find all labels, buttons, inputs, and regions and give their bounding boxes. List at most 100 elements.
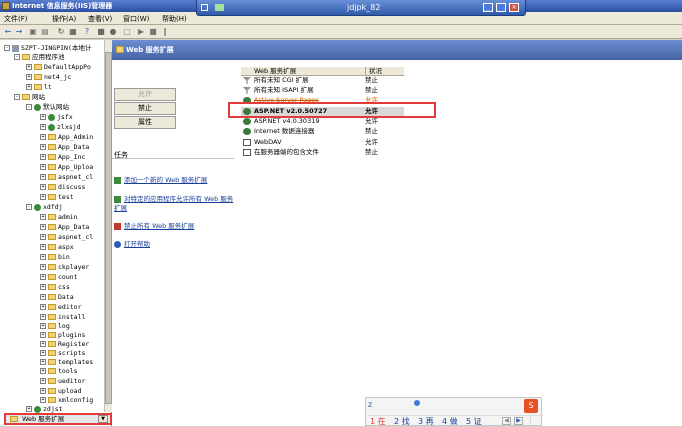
tree-item[interactable]: + test bbox=[40, 193, 74, 201]
up-icon[interactable]: ▣ bbox=[28, 27, 38, 37]
task-open-help[interactable]: 打开帮助 bbox=[114, 240, 234, 249]
menu-help[interactable]: 帮助(H) bbox=[162, 14, 187, 24]
tree-item[interactable]: + ckplayer bbox=[40, 263, 89, 271]
web-icon[interactable]: ● bbox=[108, 27, 118, 37]
menu-file[interactable]: 文件(F) bbox=[4, 14, 28, 24]
expand-icon[interactable]: + bbox=[40, 224, 46, 230]
tree-item[interactable]: + scripts bbox=[40, 349, 85, 357]
ime-candidate-3[interactable]: 3 再 bbox=[418, 416, 434, 427]
tree-item[interactable]: + install bbox=[40, 313, 85, 321]
tree-item[interactable]: + log bbox=[40, 322, 70, 330]
list-item[interactable]: 所有未知 ISAPI 扩展 禁止 bbox=[241, 86, 404, 95]
tree-websites[interactable]: - 网站 bbox=[14, 93, 45, 101]
tree-web-service-extensions[interactable]: Web 服务扩展 ▼ bbox=[4, 413, 112, 425]
tree-item[interactable]: + xmlconfig bbox=[40, 396, 93, 404]
tree-item[interactable]: + tools bbox=[40, 367, 78, 375]
expand-icon[interactable]: + bbox=[40, 304, 46, 310]
tree-item[interactable]: + aspnet_cl bbox=[40, 173, 93, 181]
tree-item[interactable]: + admin bbox=[40, 213, 78, 221]
expand-icon[interactable]: + bbox=[40, 378, 46, 384]
expand-icon[interactable]: + bbox=[40, 264, 46, 270]
computer-icon[interactable]: ■ bbox=[96, 27, 106, 37]
expand-icon[interactable]: + bbox=[40, 124, 46, 130]
tree-item[interactable]: + discuss bbox=[40, 183, 85, 191]
expand-icon[interactable]: + bbox=[40, 144, 46, 150]
play-icon[interactable]: ▶ bbox=[136, 27, 146, 37]
tree-item[interactable]: + aspnet_cl bbox=[40, 233, 93, 241]
close-icon[interactable]: × bbox=[509, 3, 519, 12]
collapse-icon[interactable]: - bbox=[26, 204, 32, 210]
tree-item[interactable]: + Register bbox=[40, 340, 89, 348]
ime-candidate-5[interactable]: 5 证 bbox=[466, 416, 482, 427]
expand-icon[interactable]: + bbox=[40, 244, 46, 250]
refresh-icon[interactable]: ↻ bbox=[56, 27, 66, 37]
list-item[interactable]: ASP.NET v4.0.30319 允许 bbox=[241, 117, 404, 126]
pause-icon[interactable]: ‖ bbox=[160, 27, 170, 37]
tree-site-xdfdj[interactable]: - xdfdj bbox=[26, 203, 63, 211]
show-tree-icon[interactable]: ▤ bbox=[40, 27, 50, 37]
tree-item[interactable]: + App_Data bbox=[40, 223, 89, 231]
expand-icon[interactable]: + bbox=[40, 284, 46, 290]
more-icon[interactable]: ⋮ bbox=[527, 416, 534, 424]
prohibit-button[interactable]: 禁止 bbox=[114, 102, 176, 115]
minimize-icon[interactable]: _ bbox=[483, 3, 493, 12]
chevron-down-icon[interactable]: ▼ bbox=[98, 415, 108, 423]
expand-icon[interactable]: + bbox=[40, 314, 46, 320]
expand-icon[interactable]: + bbox=[40, 388, 46, 394]
tree-app-pools[interactable]: - 应用程序池 bbox=[14, 53, 65, 61]
menu-view[interactable]: 查看(V) bbox=[88, 14, 112, 24]
tree-item[interactable]: + App_Inc bbox=[40, 153, 85, 161]
tree-item[interactable]: + App_Data bbox=[40, 143, 89, 151]
expand-icon[interactable]: + bbox=[26, 64, 32, 70]
menu-window[interactable]: 窗口(W) bbox=[123, 14, 149, 24]
tree-item[interactable]: + net4_jc bbox=[26, 73, 71, 81]
tree-item[interactable]: + App_Admin bbox=[40, 133, 93, 141]
tree-item[interactable]: + lt bbox=[26, 83, 52, 91]
restore-icon[interactable] bbox=[496, 3, 506, 12]
expand-icon[interactable]: + bbox=[40, 134, 46, 140]
pin-icon[interactable] bbox=[201, 4, 208, 11]
expand-icon[interactable]: + bbox=[40, 294, 46, 300]
tree-item[interactable]: + DefaultAppPo bbox=[26, 63, 91, 71]
collapse-icon[interactable]: - bbox=[26, 104, 32, 110]
expand-icon[interactable]: + bbox=[40, 194, 46, 200]
menu-action[interactable]: 操作(A) bbox=[52, 14, 76, 24]
expand-icon[interactable]: + bbox=[40, 397, 46, 403]
collapse-icon[interactable]: - bbox=[14, 94, 20, 100]
tree-default-site[interactable]: - 默认网站 bbox=[26, 103, 69, 111]
list-item[interactable]: 所有未知 CGI 扩展 禁止 bbox=[241, 76, 404, 85]
tree-item[interactable]: + ueditor bbox=[40, 377, 85, 385]
tree-item[interactable]: + plugins bbox=[40, 331, 85, 339]
list-item[interactable]: WebDAV 允许 bbox=[241, 138, 404, 147]
column-status[interactable]: 状况 bbox=[365, 67, 382, 76]
properties-button[interactable]: 属性 bbox=[114, 116, 176, 129]
tree-item[interactable]: + count bbox=[40, 273, 78, 281]
collapse-icon[interactable]: - bbox=[14, 54, 20, 60]
expand-icon[interactable]: + bbox=[26, 84, 32, 90]
expand-icon[interactable]: + bbox=[40, 214, 46, 220]
expand-icon[interactable]: + bbox=[40, 174, 46, 180]
expand-icon[interactable]: + bbox=[40, 184, 46, 190]
ime-candidate-1[interactable]: 1 在 bbox=[370, 416, 386, 427]
next-page-icon[interactable]: ▶ bbox=[514, 417, 523, 425]
tree-server[interactable]: - SZPT-JINGPIN(本地计 bbox=[4, 44, 91, 52]
expand-icon[interactable]: + bbox=[40, 254, 46, 260]
help-icon[interactable]: ? bbox=[82, 27, 92, 37]
stop-icon[interactable]: ■ bbox=[148, 27, 158, 37]
expand-icon[interactable]: + bbox=[40, 368, 46, 374]
expand-icon[interactable]: + bbox=[40, 114, 46, 120]
tree-item[interactable]: + bin bbox=[40, 253, 70, 261]
expand-icon[interactable]: + bbox=[40, 274, 46, 280]
tree-item[interactable]: + aspx bbox=[40, 243, 74, 251]
expand-icon[interactable]: + bbox=[26, 406, 32, 412]
forward-icon[interactable]: → bbox=[14, 27, 24, 37]
tree-item[interactable]: + Data bbox=[40, 293, 74, 301]
task-add-extension[interactable]: 添加一个新的 Web 服务扩展 bbox=[114, 176, 234, 185]
task-prohibit-all[interactable]: 禁止所有 Web 服务扩展 bbox=[114, 222, 234, 231]
tree-item[interactable]: + jsfx bbox=[40, 113, 73, 121]
prev-page-icon[interactable]: ◀ bbox=[502, 417, 511, 425]
expand-icon[interactable]: + bbox=[40, 359, 46, 365]
list-item[interactable]: Internet 数据连接器 禁止 bbox=[241, 127, 404, 136]
tree-item[interactable]: + templates bbox=[40, 358, 93, 366]
tree-item[interactable]: + editor bbox=[40, 303, 81, 311]
